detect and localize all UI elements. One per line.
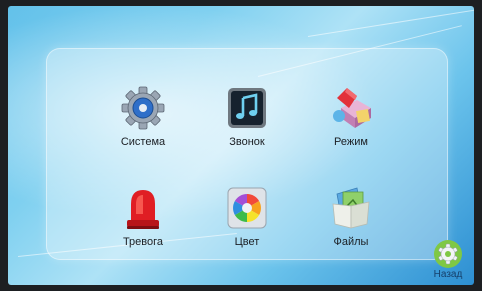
back-button-label: Назад xyxy=(433,269,463,280)
music-note-icon xyxy=(228,88,266,128)
menu-item-label: Звонок xyxy=(229,136,265,148)
background-streak xyxy=(307,9,474,37)
menu-item-label: Файлы xyxy=(333,236,369,248)
gear-system-icon xyxy=(121,86,165,130)
menu-item-label: Режим xyxy=(334,136,368,148)
menu-item-ringtone[interactable]: Звонок xyxy=(199,84,295,168)
menu-item-label: Цвет xyxy=(234,236,260,248)
menu-panel: Система Звонок Режим Тревога Цвет Файлы xyxy=(46,48,448,260)
files-folder-icon xyxy=(332,187,370,229)
menu-item-label: Тревога xyxy=(122,236,164,248)
menu-item-files[interactable]: Файлы xyxy=(303,184,399,268)
menu-screen: Система Звонок Режим Тревога Цвет Файлы … xyxy=(8,6,474,285)
back-button[interactable]: Назад xyxy=(422,237,474,285)
back-gear-icon xyxy=(434,240,462,268)
menu-item-label: Система xyxy=(120,136,166,148)
menu-item-color[interactable]: Цвет xyxy=(199,184,295,268)
color-wheel-icon xyxy=(227,187,267,229)
menu-item-system[interactable]: Система xyxy=(95,84,191,168)
alarm-siren-icon xyxy=(127,190,159,229)
mode-shapes-icon xyxy=(333,88,371,128)
menu-item-alarm[interactable]: Тревога xyxy=(95,184,191,268)
menu-item-mode[interactable]: Режим xyxy=(303,84,399,168)
